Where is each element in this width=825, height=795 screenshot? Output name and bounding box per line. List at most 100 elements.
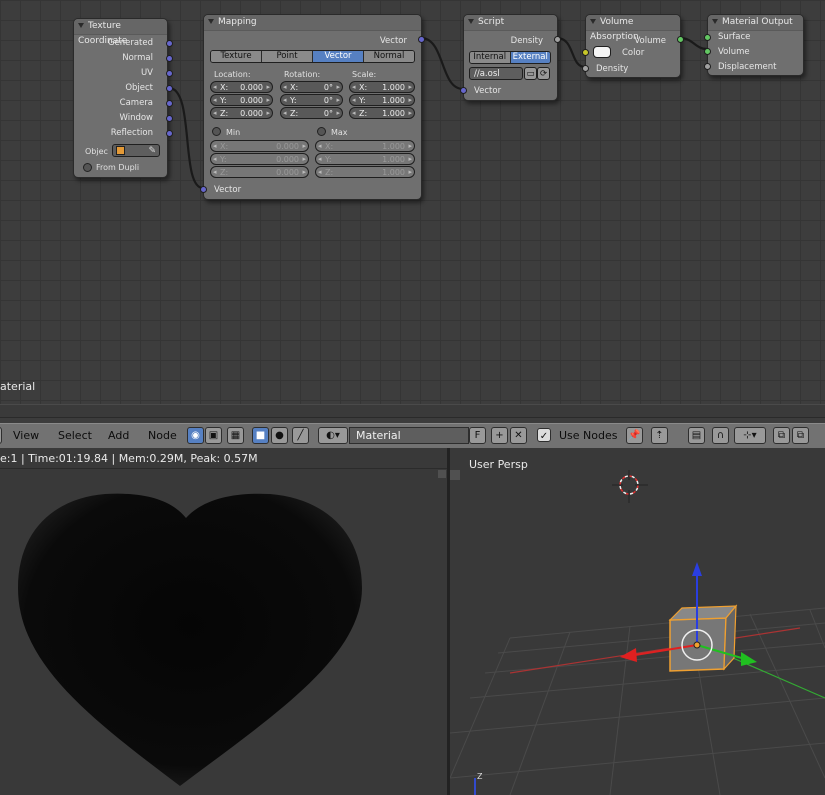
- fake-user-button[interactable]: F: [469, 427, 486, 444]
- socket-displacement-in[interactable]: [704, 63, 711, 70]
- reload-icon[interactable]: ⟳: [537, 67, 550, 80]
- script-filepath-field[interactable]: //a.osl: [469, 67, 523, 80]
- rotation-y-field[interactable]: Y: 0°: [280, 94, 343, 106]
- material-output-node[interactable]: Material Output Surface Volume Displacem…: [704, 14, 804, 76]
- compositing-nodes-icon[interactable]: ▦: [227, 427, 244, 444]
- node-editor[interactable]: Texture Coordinate Generated Normal UV O…: [0, 0, 825, 404]
- script-mode-selector[interactable]: Internal External: [469, 51, 551, 64]
- world-shader-icon[interactable]: ●: [271, 427, 288, 444]
- tab-vector[interactable]: Vector: [313, 51, 364, 62]
- mapping-node[interactable]: Mapping Vector Texture Point Vector Norm…: [200, 14, 425, 200]
- gizmo-z-arrow-icon[interactable]: [692, 562, 702, 576]
- add-material-icon[interactable]: +: [491, 427, 508, 444]
- texture-nodes-icon[interactable]: ▣: [205, 427, 222, 444]
- socket-volume-in[interactable]: [704, 48, 711, 55]
- texture-coordinate-node[interactable]: Texture Coordinate Generated Normal UV O…: [73, 18, 173, 178]
- collapse-triangle-icon[interactable]: [590, 19, 596, 24]
- node-editor-header[interactable]: View Select Add Node ◉ ▣ ▦ ■ ● ╱ ◐▾ Mate…: [0, 423, 825, 449]
- material-browse-icon[interactable]: ◐▾: [318, 427, 348, 444]
- axis-label: Z:: [220, 109, 229, 118]
- script-node[interactable]: Script Density Internal External //a.osl…: [460, 14, 561, 101]
- socket-generated[interactable]: [166, 40, 173, 47]
- line-style-icon[interactable]: ╱: [292, 427, 309, 444]
- color-swatch[interactable]: [593, 46, 611, 58]
- location-x-field[interactable]: X: 0.000: [210, 81, 273, 93]
- paste-nodes-icon[interactable]: ⧉: [792, 427, 809, 444]
- gizmo-y-arrow-icon[interactable]: [741, 652, 757, 666]
- mode-internal[interactable]: Internal: [470, 52, 511, 63]
- mapping-type-selector[interactable]: Texture Point Vector Normal: [210, 50, 415, 63]
- socket-vector-in[interactable]: [200, 186, 207, 193]
- socket-uv[interactable]: [166, 70, 173, 77]
- menu-view[interactable]: View: [13, 429, 39, 442]
- scale-z-field[interactable]: Z: 1.000: [349, 107, 415, 119]
- location-y-field[interactable]: Y: 0.000: [210, 94, 273, 106]
- script-header[interactable]: Script: [464, 15, 557, 31]
- max-checkbox[interactable]: [317, 127, 326, 136]
- from-dupli-checkbox[interactable]: [83, 163, 92, 172]
- socket-density-in[interactable]: [582, 65, 589, 72]
- mode-external[interactable]: External: [510, 52, 550, 63]
- menu-node[interactable]: Node: [148, 429, 177, 442]
- texture-coordinate-header[interactable]: Texture Coordinate: [74, 19, 167, 46]
- socket-window[interactable]: [166, 115, 173, 122]
- min-checkbox[interactable]: [212, 127, 221, 136]
- axis-label: X:: [290, 83, 299, 92]
- shader-nodes-icon[interactable]: ◉: [187, 427, 204, 444]
- render-preview-area[interactable]: e:1 | Time:01:19.84 | Mem:0.29M, Peak: 0…: [0, 448, 447, 795]
- viewport-corner-icon[interactable]: [450, 470, 460, 480]
- material-output-header[interactable]: Material Output: [708, 15, 803, 31]
- snap-element-icon[interactable]: ⊹▾: [734, 427, 766, 444]
- scale-y-field[interactable]: Y: 1.000: [349, 94, 415, 106]
- rotation-x-field[interactable]: X: 0°: [280, 81, 343, 93]
- min-x-field[interactable]: X: 0.000: [210, 140, 309, 152]
- backdrop-icon[interactable]: ▤: [688, 427, 705, 444]
- object-field[interactable]: ✎: [112, 144, 160, 157]
- object-shader-icon[interactable]: ■: [252, 427, 269, 444]
- menu-add[interactable]: Add: [108, 429, 129, 442]
- location-z-field[interactable]: Z: 0.000: [210, 107, 273, 119]
- min-z-field[interactable]: Z: 0.000: [210, 166, 309, 178]
- socket-vector-out[interactable]: [418, 36, 425, 43]
- copy-nodes-icon[interactable]: ⧉: [773, 427, 790, 444]
- menu-select[interactable]: Select: [58, 429, 92, 442]
- max-y-field[interactable]: Y: 1.000: [315, 153, 415, 165]
- tab-normal[interactable]: Normal: [364, 51, 414, 62]
- render-corner-icon[interactable]: [438, 470, 446, 478]
- snap-icon[interactable]: ∩: [712, 427, 729, 444]
- socket-color-in[interactable]: [582, 49, 589, 56]
- volume-absorption-header[interactable]: Volume Absorption: [586, 15, 680, 42]
- file-browse-icon[interactable]: ▭: [524, 67, 537, 80]
- editor-type-button[interactable]: [0, 427, 2, 444]
- max-z-field[interactable]: Z: 1.000: [315, 166, 415, 178]
- collapse-triangle-icon[interactable]: [468, 19, 474, 24]
- max-x-field[interactable]: X: 1.000: [315, 140, 415, 152]
- parent-tree-icon[interactable]: ⇡: [651, 427, 668, 444]
- tab-texture[interactable]: Texture: [211, 51, 262, 62]
- material-name-field[interactable]: Material: [349, 427, 469, 444]
- unlink-material-icon[interactable]: ✕: [510, 427, 527, 444]
- socket-vector-in[interactable]: [460, 87, 467, 94]
- tab-point[interactable]: Point: [262, 51, 313, 62]
- pin-icon[interactable]: 📌: [626, 427, 643, 444]
- min-y-field[interactable]: Y: 0.000: [210, 153, 309, 165]
- socket-camera[interactable]: [166, 100, 173, 107]
- socket-surface-in[interactable]: [704, 34, 711, 41]
- socket-density-out[interactable]: [554, 36, 561, 43]
- eyedropper-icon[interactable]: ✎: [148, 145, 156, 157]
- collapse-triangle-icon[interactable]: [78, 23, 84, 28]
- collapse-triangle-icon[interactable]: [208, 19, 214, 24]
- scale-x-field[interactable]: X: 1.000: [349, 81, 415, 93]
- collapse-triangle-icon[interactable]: [712, 19, 718, 24]
- mapping-header[interactable]: Mapping: [204, 15, 421, 31]
- socket-object[interactable]: [166, 85, 173, 92]
- 3d-cursor-icon[interactable]: [612, 470, 648, 503]
- socket-reflection[interactable]: [166, 130, 173, 137]
- area-split-handle[interactable]: [0, 404, 825, 418]
- rotation-z-field[interactable]: Z: 0°: [280, 107, 343, 119]
- socket-normal[interactable]: [166, 55, 173, 62]
- 3d-viewport[interactable]: User Persp Z: [450, 448, 825, 795]
- volume-absorption-node[interactable]: Volume Absorption Volume Color Density: [582, 14, 684, 78]
- socket-volume-out[interactable]: [677, 36, 684, 43]
- use-nodes-checkbox[interactable]: ✓: [537, 428, 551, 442]
